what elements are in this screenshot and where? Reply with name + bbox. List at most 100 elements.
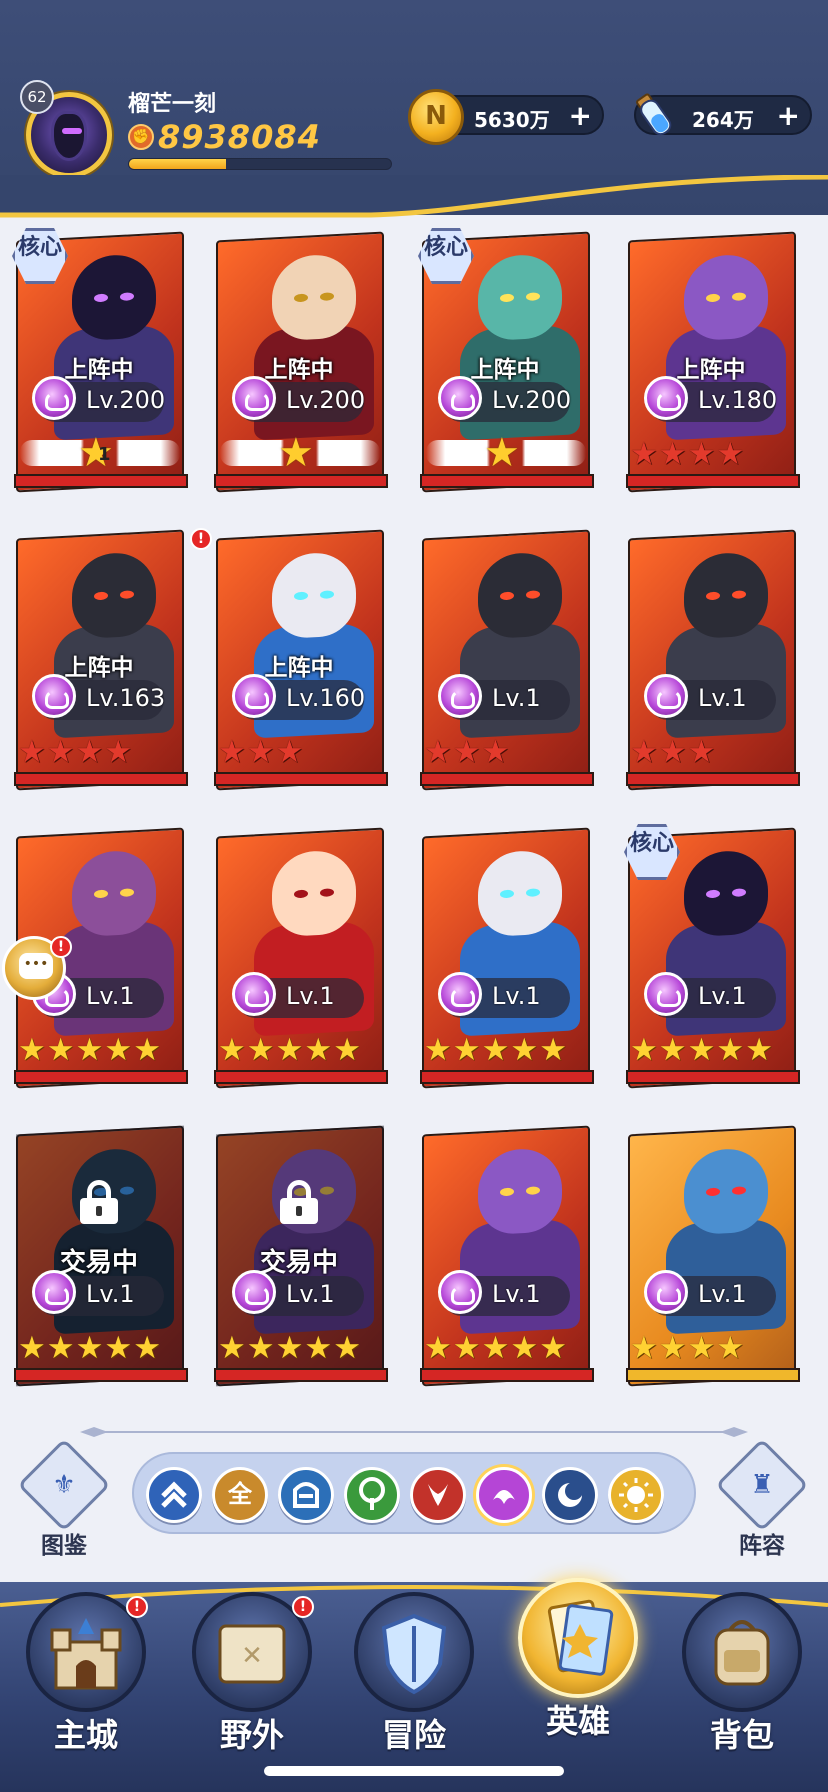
hero-card[interactable]: 核心 上阵中 Lv.200 ★ 1 — [6, 222, 192, 500]
star-icon: ★ — [304, 1330, 333, 1366]
hero-level: Lv.180 — [698, 386, 778, 414]
nav-alert-badge: ! — [126, 1596, 148, 1618]
star-icon: ★ — [716, 1330, 745, 1366]
add-potion-button[interactable]: + — [777, 99, 800, 132]
hero-eye — [94, 591, 108, 601]
filter-all-button[interactable]: 全 — [212, 1467, 268, 1523]
hero-card[interactable]: Lv.1 ★ ★ ★ — [618, 520, 804, 798]
hero-portrait-eyes — [294, 888, 334, 900]
star-icon: ★ — [424, 734, 452, 770]
hero-eye — [526, 292, 540, 301]
collapse-filter-button[interactable] — [146, 1467, 202, 1523]
hero-card[interactable]: 交易中 Lv.1 ★ ★ ★ ★ ★ — [6, 1116, 192, 1394]
hero-portrait-head — [684, 849, 768, 938]
lineup-button[interactable]: ♜ 阵容 — [715, 1438, 809, 1559]
hero-portrait-head — [72, 849, 156, 938]
hero-card[interactable]: Lv.1 ★ ★ ★ — [412, 520, 598, 798]
star-icon: ★ — [218, 1032, 246, 1068]
shadow-faction-icon — [438, 376, 482, 420]
filter-fire-button[interactable] — [410, 1467, 466, 1523]
hero-card[interactable]: 核心 Lv.1 ★ ★ ★ ★ ★ — [618, 818, 804, 1096]
hero-level: Lv.1 — [86, 1280, 135, 1308]
star-icon: ★ — [716, 1032, 745, 1068]
hero-card[interactable]: 交易中 Lv.1 ★ ★ ★ ★ ★ — [206, 1116, 392, 1394]
hero-eye — [294, 591, 308, 601]
filter-moon-button[interactable] — [542, 1467, 598, 1523]
hero-portrait-head — [684, 253, 768, 342]
filter-helmet-button[interactable] — [278, 1467, 334, 1523]
wing-star-icon: ★ — [278, 430, 314, 476]
nav-item-backpack[interactable]: 背包 — [668, 1592, 816, 1772]
hero-level: Lv.163 — [86, 684, 166, 712]
player-name: 榴芒一刻 — [128, 92, 217, 117]
star-rating: ★ ★ ★ ★ — [630, 436, 794, 472]
filter-sun-button[interactable] — [608, 1467, 664, 1523]
hero-card[interactable]: 上阵中 Lv.163 ★ ★ ★ ★! — [6, 520, 212, 798]
nav-item-castle[interactable]: 主城! — [12, 1592, 160, 1772]
filter-shadow-button[interactable] — [476, 1467, 532, 1523]
hero-card[interactable]: Lv.1★★★★★! — [2, 818, 192, 1096]
hero-card-bottom-strip — [14, 1070, 188, 1084]
star-icon: ★ — [46, 1330, 75, 1366]
hero-card[interactable]: Lv.1 ★ ★ ★ ★ ★ — [206, 818, 392, 1096]
hero-eye — [526, 590, 540, 599]
hero-eye — [120, 292, 134, 301]
hero-card[interactable]: 上阵中 Lv.180 ★ ★ ★ ★ — [618, 222, 804, 500]
hero-eye — [500, 889, 514, 899]
player-power: 8938084 — [158, 118, 321, 156]
star-icon: ★ — [481, 1032, 510, 1068]
hero-eye — [94, 293, 108, 303]
exp-bar-fill — [129, 159, 226, 169]
hero-portrait-eyes — [706, 590, 746, 602]
hero-grid: 核心 上阵中 Lv.200 ★ 1 上阵中 Lv.200 ★ 核心 上阵中 Lv.200 ★ 上阵中 Lv… — [0, 222, 828, 1402]
hero-eye — [526, 888, 540, 897]
hero-eye — [294, 889, 308, 899]
hero-card-bottom-strip — [420, 474, 594, 488]
hero-card[interactable]: 核心 上阵中 Lv.200 ★ — [412, 222, 598, 500]
fire-horns-icon — [428, 1484, 448, 1506]
hero-level: Lv.160 — [286, 684, 366, 712]
hero-portrait-eyes — [94, 292, 134, 304]
star-rating: ★ ★ ★ ★ ★ — [630, 1032, 794, 1068]
hero-card[interactable]: 上阵中 Lv.200 ★ — [206, 222, 392, 500]
hero-status: 上阵中 — [264, 655, 334, 681]
star-icon: ★ — [46, 1032, 75, 1068]
hero-level: Lv.1 — [698, 684, 747, 712]
nav-item-shield[interactable]: 冒险 — [340, 1592, 488, 1772]
star-icon: ★ — [218, 1330, 246, 1366]
filter-nature-button[interactable] — [344, 1467, 400, 1523]
hero-level: Lv.1 — [492, 982, 541, 1010]
hero-portrait-eyes — [500, 292, 540, 304]
star-icon: ★ — [630, 734, 658, 770]
hero-portrait-eyes — [706, 888, 746, 900]
hero-portrait-head — [478, 849, 562, 938]
header-wave-border — [0, 175, 828, 218]
hero-portrait-head — [272, 849, 356, 938]
star-icon: ★ — [104, 1330, 133, 1366]
hero-card[interactable]: Lv.1 ★ ★ ★ ★ — [618, 1116, 804, 1394]
lock-body — [80, 1198, 118, 1224]
lineup-label: 阵容 — [739, 1533, 785, 1559]
star-icon: ★ — [75, 734, 104, 770]
hero-eye — [320, 888, 334, 897]
nav-item-map-scroll[interactable]: ✕ 野外! — [178, 1592, 326, 1772]
hero-card-bottom-strip — [420, 1368, 594, 1382]
hero-eye — [500, 1187, 514, 1197]
hero-card[interactable]: 上阵中 Lv.160 ★ ★ ★ — [206, 520, 392, 798]
hero-card[interactable]: Lv.1 ★ ★ ★ ★ ★ — [412, 1116, 598, 1394]
castle-icon — [50, 1618, 122, 1690]
hero-eye — [94, 889, 108, 899]
gold-amount: 5630万 — [474, 108, 550, 132]
nav-item-hero-card[interactable]: 英雄 — [504, 1578, 652, 1758]
shadow-faction-icon — [32, 376, 76, 420]
hero-level: Lv.200 — [492, 386, 572, 414]
star-icon: ★ — [452, 1032, 481, 1068]
hero-portrait-head — [272, 253, 356, 342]
add-gold-button[interactable]: + — [569, 99, 592, 132]
hero-card[interactable]: Lv.1 ★ ★ ★ ★ ★ — [412, 818, 598, 1096]
filter-all-label: 全 — [228, 1480, 252, 1508]
hero-level: Lv.1 — [492, 684, 541, 712]
codex-button[interactable]: ⚜ 图鉴 — [17, 1438, 111, 1559]
star-icon: ★ — [424, 1032, 452, 1068]
hero-eye — [706, 591, 720, 601]
